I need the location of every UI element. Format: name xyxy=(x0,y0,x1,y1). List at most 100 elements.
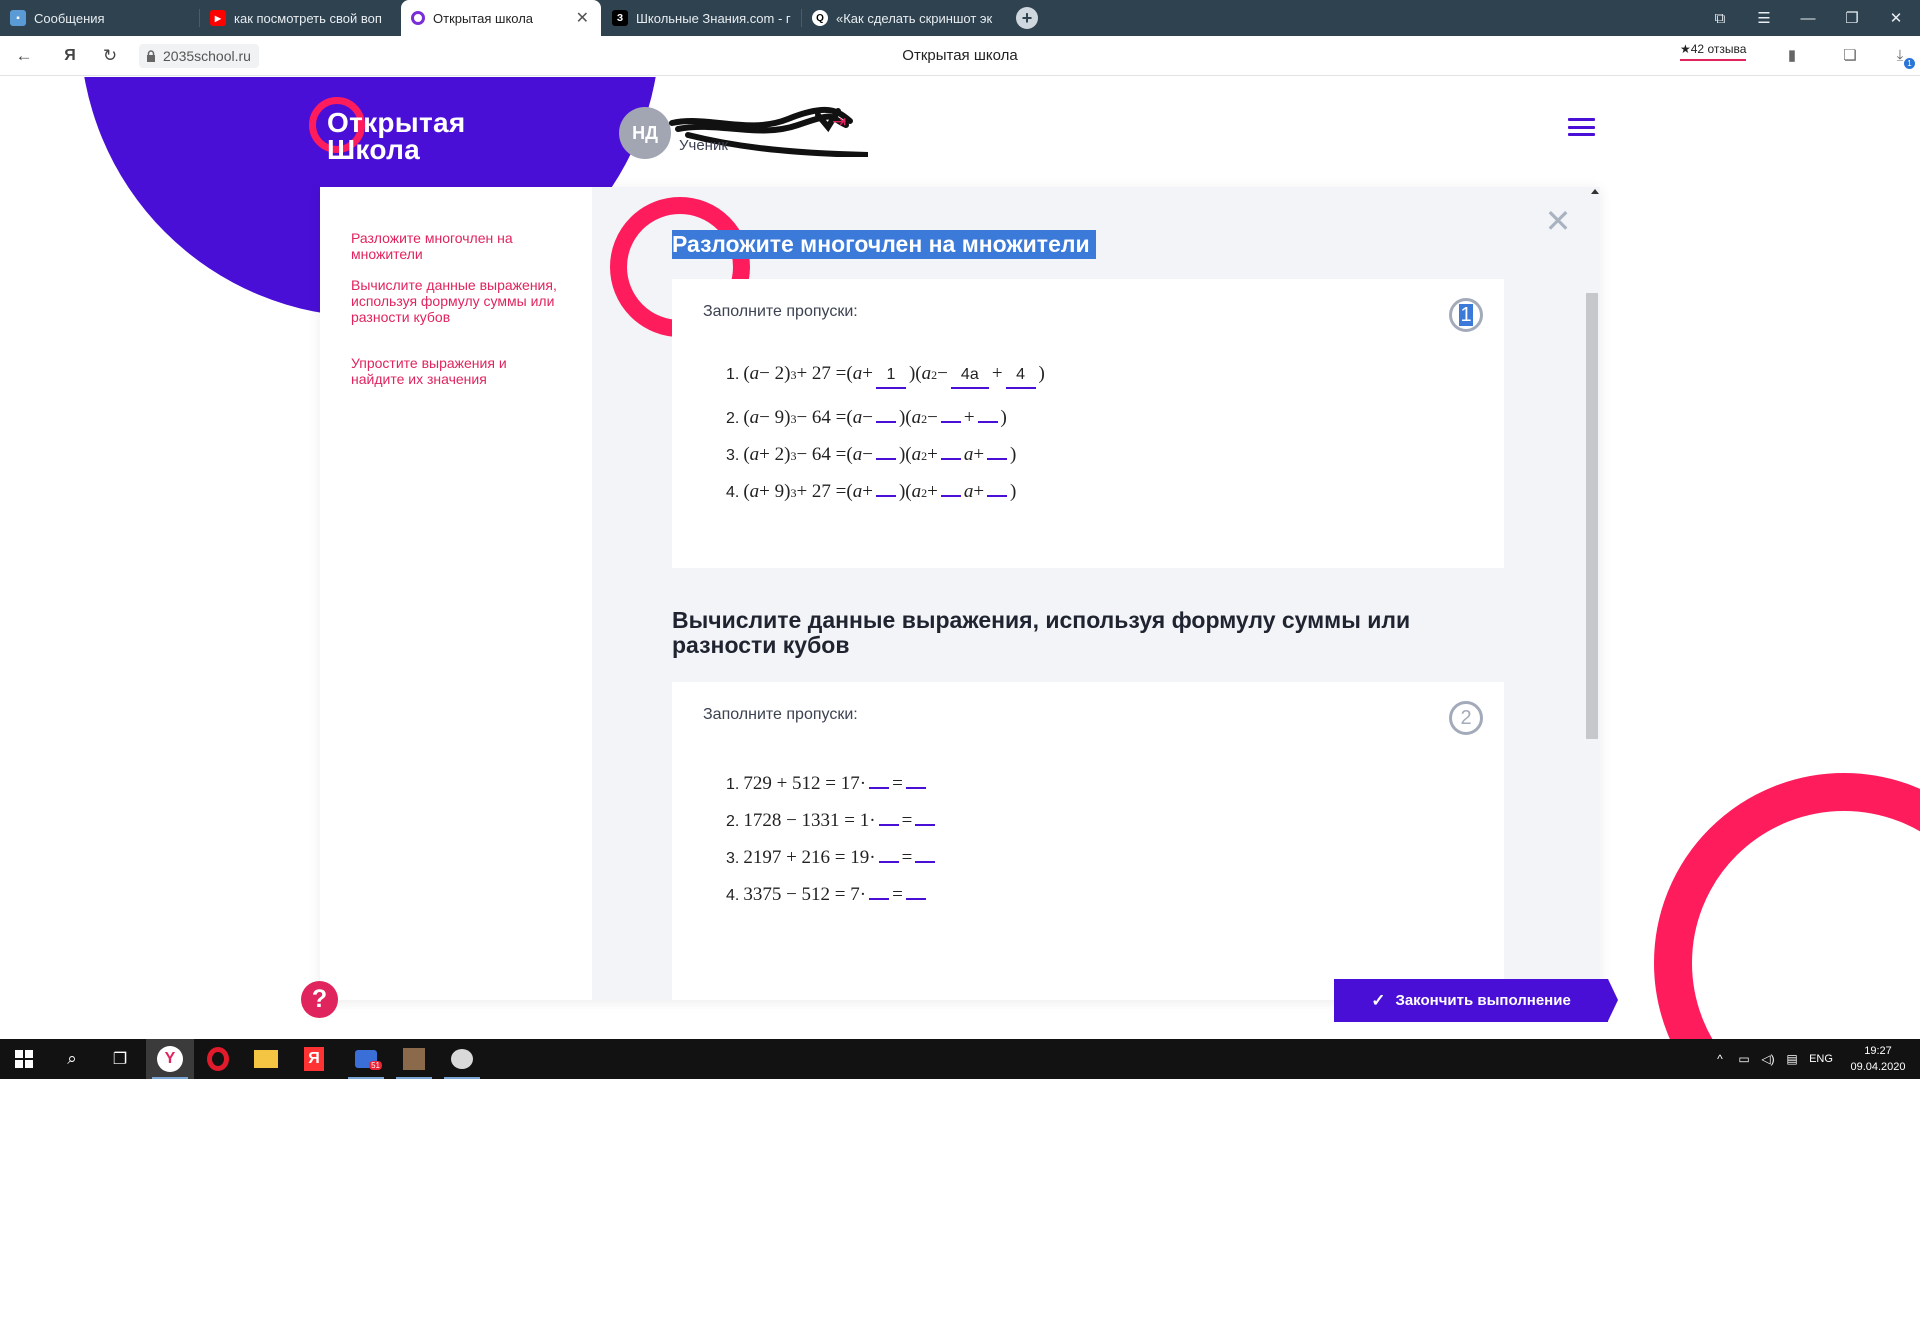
yandex-q-icon: Q xyxy=(812,10,828,26)
close-tab-icon[interactable]: ✕ xyxy=(576,8,589,28)
minimize-icon[interactable]: — xyxy=(1786,0,1830,36)
close-window-icon[interactable]: ✕ xyxy=(1874,0,1918,36)
language-indicator[interactable]: ENG xyxy=(1806,1039,1836,1079)
task-content: ✕ Разложите многочлен на множители Запол… xyxy=(592,187,1600,1000)
answer-blank[interactable]: 4 xyxy=(1005,366,1036,389)
help-button[interactable]: ? xyxy=(301,981,338,1018)
answer-blank[interactable] xyxy=(875,474,896,497)
tab-label: «Как сделать скриншот эк xyxy=(836,10,993,26)
tab-yandex-q[interactable]: Q «Как сделать скриншот эк xyxy=(802,0,1002,36)
notification-icon[interactable]: ▤ xyxy=(1781,1039,1803,1079)
downloads-icon[interactable]: ⤓ 1 xyxy=(1889,45,1915,69)
logo-line-1: Открытая xyxy=(327,107,466,138)
logo-line-2: Школа xyxy=(327,134,421,165)
answer-blank[interactable] xyxy=(940,437,961,460)
hamburger-menu-icon[interactable] xyxy=(1568,118,1595,136)
finish-button[interactable]: ✓ Закончить выполнение xyxy=(1334,979,1618,1022)
answer-blank[interactable] xyxy=(905,766,926,789)
answer-blank[interactable] xyxy=(987,474,1008,497)
task-view-icon[interactable]: ❐ xyxy=(96,1039,144,1079)
checkmark-icon: ✓ xyxy=(1371,990,1386,1010)
close-icon[interactable]: ✕ xyxy=(1544,205,1572,237)
browser-tab-bar: ▪ Сообщения ▶ как посмотреть свой воп От… xyxy=(0,0,1920,36)
site-logo[interactable]: Открытая Школа xyxy=(309,97,479,177)
answer-blank[interactable] xyxy=(987,437,1008,460)
tab-znania[interactable]: З Школьные Знания.com - г xyxy=(602,0,802,36)
answer-blank[interactable] xyxy=(940,474,961,497)
exercise-number-badge: 2 xyxy=(1449,701,1483,735)
logout-icon[interactable]: ⇥ xyxy=(832,112,846,132)
yandex-browser-taskbar-icon[interactable]: Y xyxy=(146,1039,194,1079)
answer-blank[interactable] xyxy=(915,803,936,826)
search-icon[interactable]: ⌕ xyxy=(48,1039,96,1079)
bookmark-icon[interactable]: ▮ xyxy=(1781,45,1803,67)
downloads-badge: 1 xyxy=(1904,58,1915,69)
answer-blank[interactable] xyxy=(875,400,896,423)
answer-blank[interactable] xyxy=(940,400,961,423)
answer-blank[interactable] xyxy=(977,400,998,423)
youtube-icon: ▶ xyxy=(210,10,226,26)
clock-time: 19:27 xyxy=(1864,1045,1892,1057)
sidebar-item-factor[interactable]: Разложите многочлен на множители xyxy=(351,230,561,262)
exercise-number: 1 xyxy=(1459,304,1473,326)
answer-blank[interactable] xyxy=(878,803,899,826)
avatar[interactable]: НД xyxy=(619,107,671,159)
equation-item: 3.(a + 2) 3 − 64 =(a −)(a 2 + a +) xyxy=(726,437,1045,474)
answer-blank[interactable] xyxy=(875,437,896,460)
scroll-up-arrow-icon[interactable] xyxy=(1591,189,1599,194)
network-icon[interactable]: ▭ xyxy=(1733,1039,1755,1079)
volume-icon[interactable]: ◁) xyxy=(1757,1039,1779,1079)
collections-icon[interactable]: ❏ xyxy=(1839,45,1861,67)
tab-youtube[interactable]: ▶ как посмотреть свой воп xyxy=(200,0,400,36)
tab-label: Школьные Знания.com - г xyxy=(636,10,791,26)
yandex-logo-icon[interactable]: Я xyxy=(58,44,82,68)
answer-blank[interactable] xyxy=(905,877,926,900)
sidebar-item-simplify[interactable]: Упростите выражения и найдите их значени… xyxy=(351,355,561,387)
equation-item: 2. 1728 − 1331 = 1· = xyxy=(726,803,938,840)
mail-app-icon[interactable]: 51 xyxy=(342,1039,390,1079)
paint-app-icon[interactable] xyxy=(438,1039,486,1079)
browser-menu-icon[interactable]: ☰ xyxy=(1742,0,1786,36)
answer-blank[interactable] xyxy=(869,877,890,900)
answer-blank[interactable] xyxy=(869,766,890,789)
tab-label: как посмотреть свой воп xyxy=(234,10,382,26)
clock[interactable]: 19:27 09.04.2020 xyxy=(1838,1043,1918,1075)
reload-icon[interactable]: ↻ xyxy=(98,44,122,68)
equation-list: 1. 729 + 512 = 17· = 2. 1728 − 1331 = 1· = 3… xyxy=(726,766,938,914)
opera-icon[interactable] xyxy=(194,1039,242,1079)
yandex-app-icon[interactable]: Я xyxy=(290,1039,338,1079)
equation-item: 2.(a − 9) 3 − 64 =(a −)(a 2− + ) xyxy=(726,400,1045,437)
decorative-pink-ring-large xyxy=(1654,773,1920,1039)
tray-expand-icon[interactable]: ^ xyxy=(1710,1039,1730,1079)
restore-icon[interactable]: ❐ xyxy=(1830,0,1874,36)
equation-item: 1.(a − 2) 3 + 27 =(a +1)(a 2−4a + 4) xyxy=(726,363,1045,400)
address-bar: ← Я ↻ 2035school.ru Открытая школа ★42 о… xyxy=(0,36,1920,76)
card-hint: Заполните пропуски: xyxy=(703,303,858,320)
url-field[interactable]: 2035school.ru xyxy=(139,44,259,68)
tab-list-icon[interactable]: ⧉ xyxy=(1698,0,1742,36)
reviews-badge[interactable]: ★42 отзыва xyxy=(1680,42,1747,61)
photo-app-icon[interactable] xyxy=(390,1039,438,1079)
tab-label: Открытая школа xyxy=(433,10,534,26)
exercise-card-2: Заполните пропуски: 2 1. 729 + 512 = 17· =… xyxy=(672,682,1504,1000)
sidebar-item-cubes[interactable]: Вычислите данные выражения, используя фо… xyxy=(351,277,561,325)
tab-open-school[interactable]: Открытая школа ✕ xyxy=(401,0,601,36)
new-tab-button[interactable]: + xyxy=(1016,7,1038,29)
answer-blank[interactable]: 1 xyxy=(875,366,906,389)
answer-blank[interactable] xyxy=(915,840,936,863)
finish-button-label: Закончить выполнение xyxy=(1395,992,1571,1009)
answer-blank[interactable] xyxy=(878,840,899,863)
file-explorer-icon[interactable] xyxy=(242,1039,290,1079)
answer-blank[interactable]: 4a xyxy=(950,366,989,389)
windows-start-icon[interactable] xyxy=(0,1039,48,1079)
open-school-icon xyxy=(411,11,425,25)
section-2-title: Вычислите данные выражения, используя фо… xyxy=(672,607,1411,658)
scrollbar-thumb[interactable] xyxy=(1586,293,1598,739)
mail-badge: 51 xyxy=(369,1061,382,1070)
equation-item: 4.(a + 9) 3 + 27 =(a +)(a 2 + a +) xyxy=(726,474,1045,511)
back-arrow-icon[interactable]: ← xyxy=(12,44,36,68)
clock-date: 09.04.2020 xyxy=(1850,1061,1906,1073)
tab-messages[interactable]: ▪ Сообщения xyxy=(0,0,200,36)
card-hint: Заполните пропуски: xyxy=(703,706,858,723)
chat-bubble-icon: ▪ xyxy=(10,10,26,26)
